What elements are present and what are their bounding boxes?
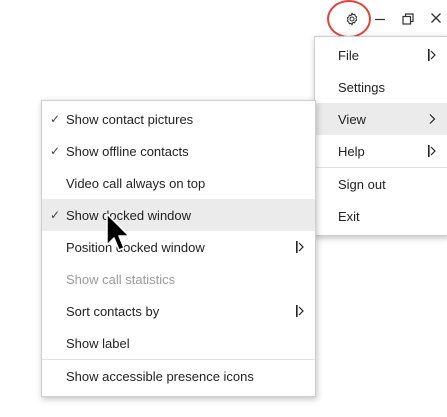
submenu-item-show-contact-pictures[interactable]: ✓ Show contact pictures — [42, 103, 315, 135]
close-button[interactable] — [422, 8, 447, 32]
submenu-item-label: Video call always on top — [66, 175, 206, 191]
menu-item-exit[interactable]: Exit — [315, 200, 447, 232]
menu-item-settings[interactable]: Settings — [315, 71, 447, 103]
restore-icon — [402, 12, 414, 28]
restore-button[interactable] — [394, 8, 422, 32]
submenu-item-position-docked-window[interactable]: Position docked window — [42, 231, 315, 263]
view-submenu: ✓ Show contact pictures ✓ Show offline c… — [41, 100, 316, 397]
submenu-item-show-accessible-presence-icons[interactable]: Show accessible presence icons — [42, 360, 315, 392]
menu-item-label: Sign out — [338, 176, 386, 192]
submenu-item-label: Show offline contacts — [66, 143, 189, 159]
checkmark-icon: ✓ — [50, 208, 61, 222]
checkmark-icon: ✓ — [50, 144, 61, 158]
settings-button[interactable] — [338, 8, 366, 32]
submenu-arrow-icon — [427, 144, 437, 158]
submenu-item-show-docked-window[interactable]: ✓ Show docked window — [42, 199, 315, 231]
menu-item-label: View — [338, 111, 366, 127]
submenu-item-show-label[interactable]: Show label — [42, 327, 315, 359]
submenu-item-label: Show call statistics — [66, 271, 176, 287]
title-bar — [0, 0, 447, 40]
submenu-item-sort-contacts-by[interactable]: Sort contacts by — [42, 295, 315, 327]
submenu-item-show-offline-contacts[interactable]: ✓ Show offline contacts — [42, 135, 315, 167]
submenu-item-label: Position docked window — [66, 239, 205, 255]
minimize-button[interactable] — [366, 8, 394, 32]
submenu-arrow-icon — [427, 48, 437, 62]
menu-item-label: File — [338, 47, 359, 63]
submenu-item-label: Sort contacts by — [66, 303, 160, 319]
menu-item-label: Exit — [338, 208, 360, 224]
chevron-right-icon — [427, 112, 437, 126]
submenu-item-show-call-statistics: Show call statistics — [42, 263, 315, 295]
submenu-item-label: Show accessible presence icons — [66, 368, 254, 384]
settings-menu: File Settings View Help Sign out Exit — [314, 36, 447, 236]
menu-item-view[interactable]: View — [315, 103, 447, 135]
menu-item-file[interactable]: File — [315, 39, 447, 71]
submenu-item-label: Show contact pictures — [66, 111, 194, 127]
submenu-arrow-icon — [295, 240, 305, 254]
checkmark-icon: ✓ — [50, 112, 61, 126]
submenu-item-label: Show label — [66, 335, 130, 351]
menu-item-sign-out[interactable]: Sign out — [315, 168, 447, 200]
gear-icon — [345, 12, 359, 29]
submenu-item-label: Show docked window — [66, 207, 192, 223]
menu-item-label: Settings — [338, 79, 385, 95]
submenu-arrow-icon — [295, 304, 305, 318]
minimize-icon — [374, 12, 386, 28]
menu-item-label: Help — [338, 143, 365, 159]
close-icon — [430, 11, 442, 29]
submenu-item-video-call-always-on-top[interactable]: Video call always on top — [42, 167, 315, 199]
menu-item-help[interactable]: Help — [315, 135, 447, 167]
